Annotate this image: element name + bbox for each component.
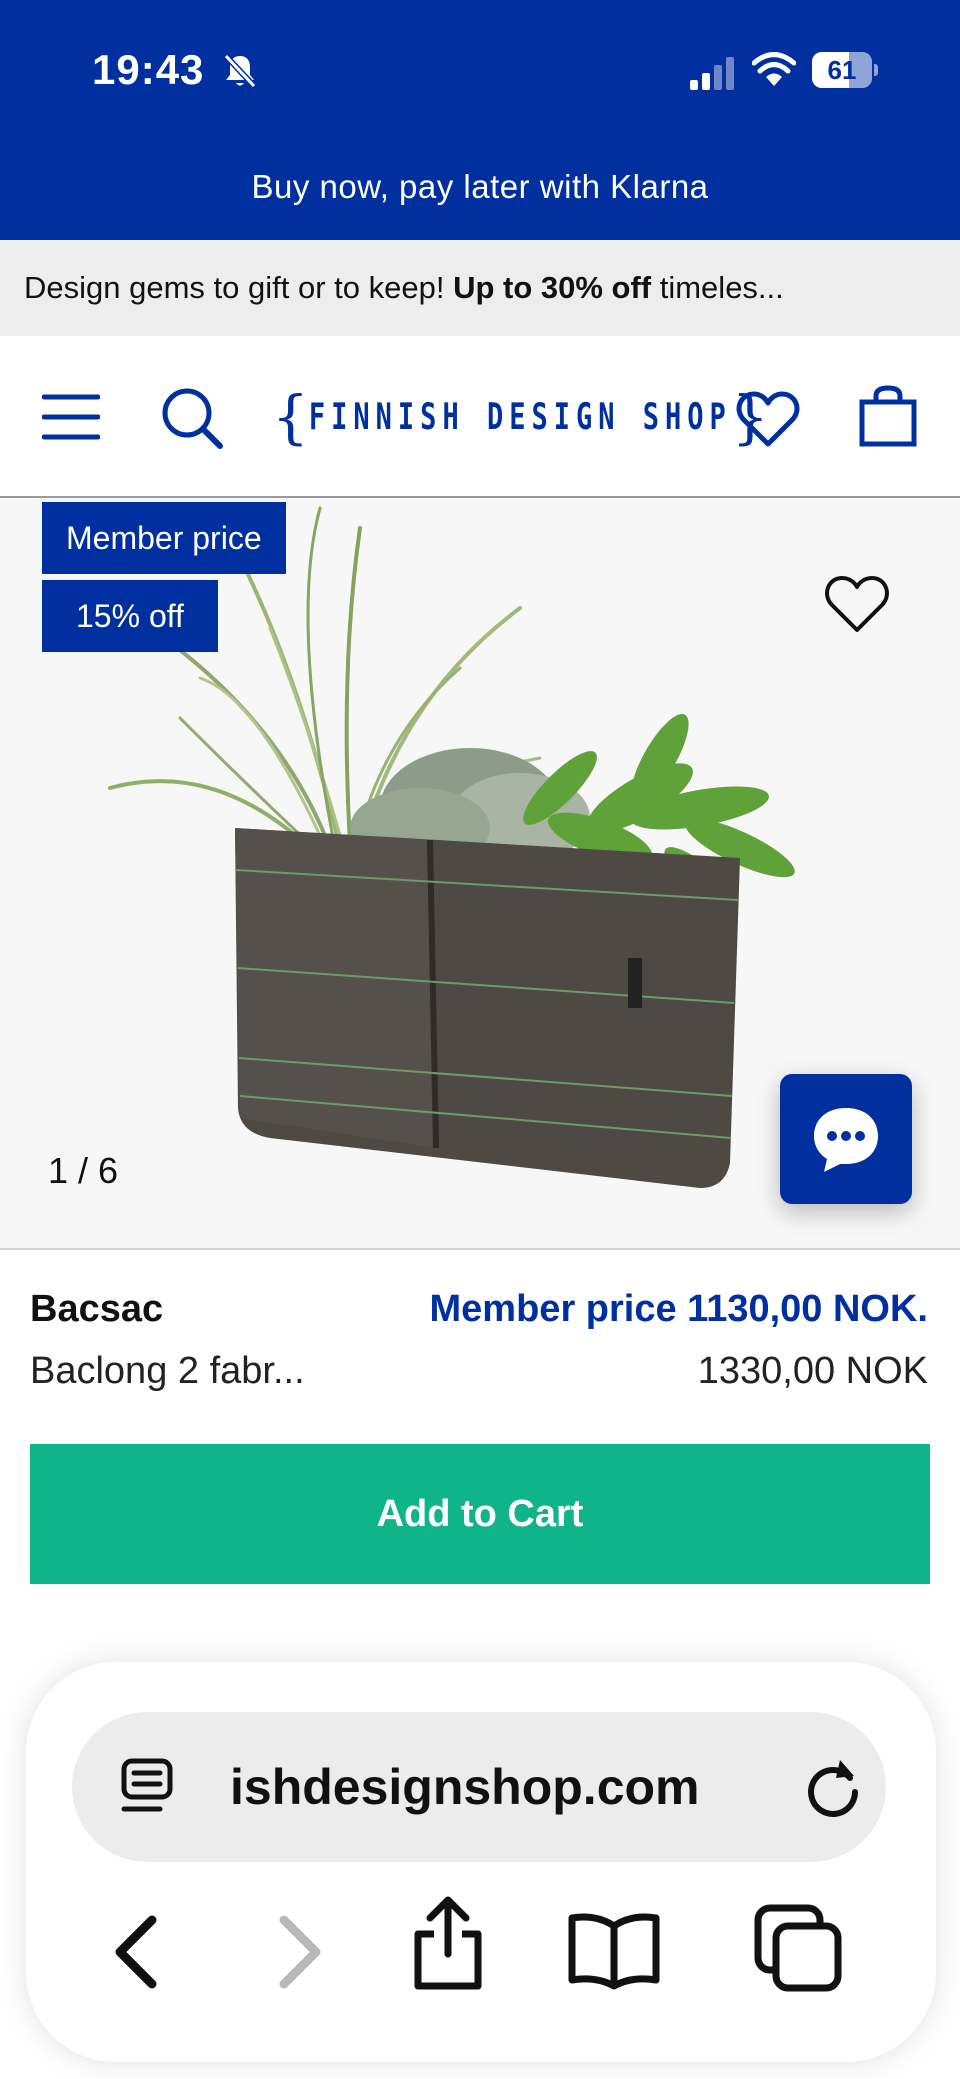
product-brand[interactable]: Bacsac bbox=[30, 1288, 163, 1331]
battery-icon: 61 bbox=[812, 52, 878, 88]
discount-badge: 15% off bbox=[42, 580, 218, 652]
menu-icon[interactable] bbox=[42, 392, 100, 442]
add-to-cart-button[interactable]: Add to Cart bbox=[30, 1444, 930, 1584]
search-icon[interactable] bbox=[160, 386, 224, 450]
logo-text: FINNISH DESIGN SHOP bbox=[308, 396, 732, 438]
cellular-signal-icon bbox=[690, 57, 734, 90]
share-icon[interactable] bbox=[408, 1896, 488, 1992]
wifi-icon bbox=[752, 52, 796, 86]
product-image-gallery[interactable]: Member price 15% off 1 / 6 bbox=[0, 498, 960, 1250]
member-price-badge: Member price bbox=[42, 502, 286, 574]
regular-price: 1330,00 NOK bbox=[697, 1350, 928, 1392]
finnish-design-shop-logo[interactable]: { FINNISH DESIGN SHOP } bbox=[272, 383, 769, 451]
browser-bottom-bar: ishdesignshop.com bbox=[26, 1662, 936, 2062]
promo-text-start: Design gems to gift or to keep! bbox=[24, 270, 454, 305]
chat-button[interactable] bbox=[780, 1074, 912, 1204]
back-icon[interactable] bbox=[106, 1914, 166, 1990]
favorite-heart-icon[interactable] bbox=[824, 574, 890, 634]
tabs-icon[interactable] bbox=[752, 1902, 844, 1994]
chat-bubble-icon bbox=[814, 1108, 878, 1172]
top-banner: 19:43 61 Buy now, pay later with Klarna bbox=[0, 0, 960, 240]
image-counter: 1 / 6 bbox=[48, 1150, 119, 1191]
shopping-bag-icon[interactable] bbox=[858, 384, 918, 448]
logo-brace-left-icon: { bbox=[272, 383, 309, 451]
promo-strip[interactable]: Design gems to gift or to keep! Up to 30… bbox=[0, 240, 960, 336]
silent-bell-icon bbox=[223, 53, 257, 89]
product-name: Baclong 2 fabr... bbox=[30, 1350, 305, 1392]
battery-percent: 61 bbox=[827, 55, 857, 85]
forward-icon[interactable] bbox=[270, 1914, 330, 1990]
url-text[interactable]: ishdesignshop.com bbox=[230, 1712, 760, 1862]
heart-icon[interactable] bbox=[736, 390, 800, 448]
reader-mode-icon[interactable] bbox=[118, 1757, 178, 1817]
address-bar[interactable]: ishdesignshop.com bbox=[72, 1712, 886, 1862]
site-header: { FINNISH DESIGN SHOP } bbox=[0, 336, 960, 498]
promo-text-end: timeles... bbox=[651, 270, 784, 305]
member-price: Member price 1130,00 NOK. bbox=[429, 1288, 928, 1330]
bookmarks-icon[interactable] bbox=[566, 1910, 662, 1990]
reload-icon[interactable] bbox=[802, 1756, 864, 1818]
promo-text-bold: Up to 30% off bbox=[453, 270, 652, 305]
klarna-banner-text[interactable]: Buy now, pay later with Klarna bbox=[0, 168, 960, 206]
status-time: 19:43 bbox=[92, 46, 205, 93]
